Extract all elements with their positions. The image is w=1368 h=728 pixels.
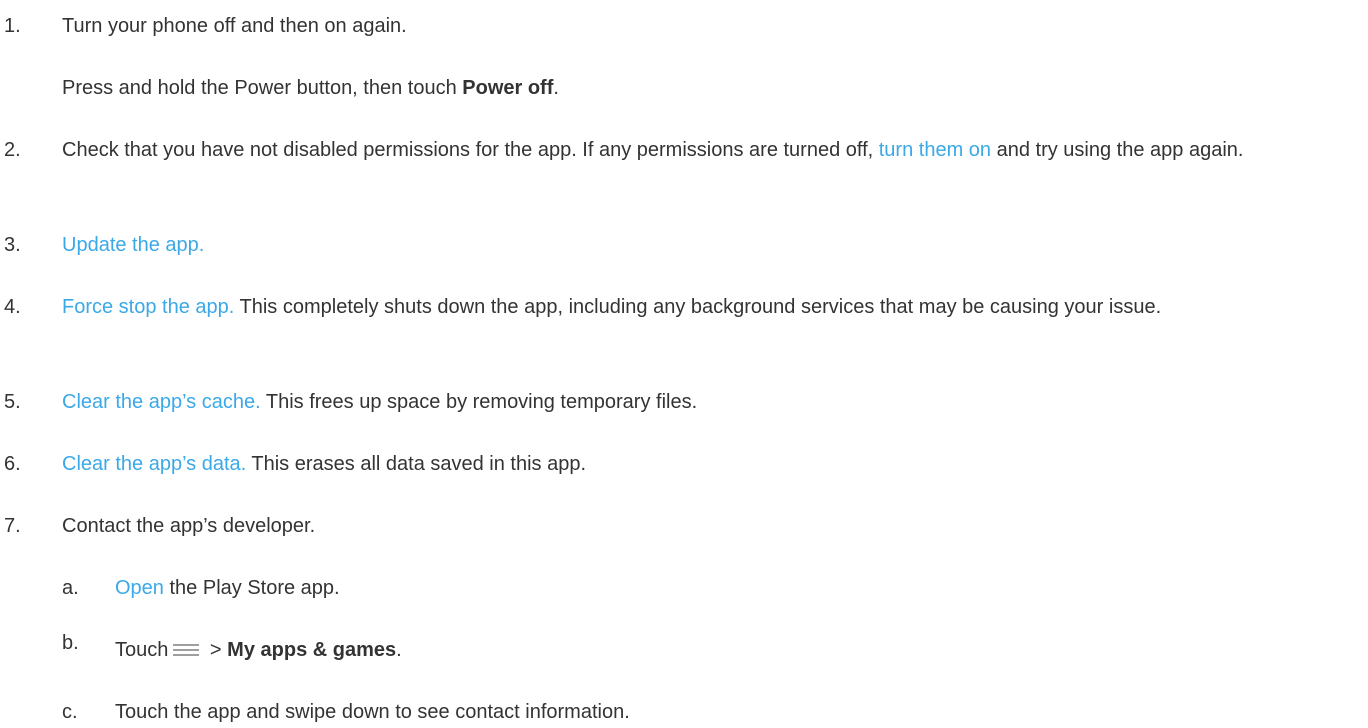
substep-letter: a.	[62, 577, 79, 599]
clear-data-link[interactable]: Clear the app’s data.	[62, 453, 246, 475]
clear-cache-link[interactable]: Clear the app’s cache.	[62, 391, 261, 413]
turn-permissions-on-link[interactable]: turn them on	[879, 139, 991, 161]
step-number: 2.	[4, 139, 21, 161]
step-text: Update the app.	[62, 229, 1356, 261]
substep-text: Touch the app and swipe down to see cont…	[115, 701, 630, 723]
step-text-before: Check that you have not disabled permiss…	[62, 139, 879, 161]
step-text: Check that you have not disabled permiss…	[62, 134, 1356, 166]
step-detail: Press and hold the Power button, then to…	[62, 72, 1356, 104]
step-text: Clear the app’s cache. This frees up spa…	[62, 386, 1356, 418]
detail-text: Press and hold the Power button, then to…	[62, 77, 463, 99]
step-text-after: and try using the app again.	[991, 139, 1244, 161]
step-number: 7.	[4, 515, 21, 537]
substep-b: b. Touch > My apps & games.	[0, 632, 1368, 666]
step-text-after: This frees up space by removing temporar…	[260, 391, 698, 413]
step-text-after: This completely shuts down the app, incl…	[234, 296, 1162, 318]
step-number: 6.	[4, 453, 21, 475]
detail-end: .	[553, 77, 559, 99]
step-text: Contact the app’s developer.	[62, 515, 316, 537]
step-text: Force stop the app. This completely shut…	[62, 291, 1356, 323]
substep-text-before: Touch	[115, 639, 169, 661]
open-play-store-link[interactable]: Open	[115, 577, 164, 599]
substep-letter: c.	[62, 701, 78, 723]
step-text: Clear the app’s data. This erases all da…	[62, 448, 1356, 480]
step-number: 3.	[4, 234, 21, 256]
substep-text: Touch > My apps & games.	[115, 634, 1356, 666]
step-number: 1.	[4, 15, 21, 37]
step-number: 5.	[4, 391, 21, 413]
substep-letter: b.	[62, 632, 79, 654]
step-number: 4.	[4, 296, 21, 318]
power-off-label: Power off	[462, 77, 554, 99]
substep-text: Open the Play Store app.	[115, 572, 1356, 604]
update-app-link[interactable]: Update the app.	[62, 234, 204, 256]
my-apps-games-label: My apps & games	[227, 639, 397, 661]
substep-text-after: .	[396, 639, 402, 661]
substep-text-after: the Play Store app.	[163, 577, 340, 599]
step-text: Turn your phone off and then on again.	[62, 15, 407, 37]
menu-icon	[172, 643, 200, 657]
step-text-after: This erases all data saved in this app.	[246, 453, 587, 475]
troubleshooting-steps: 1. Turn your phone off and then on again…	[0, 0, 1368, 723]
substep-text-middle: >	[204, 639, 228, 661]
force-stop-link[interactable]: Force stop the app.	[62, 296, 234, 318]
